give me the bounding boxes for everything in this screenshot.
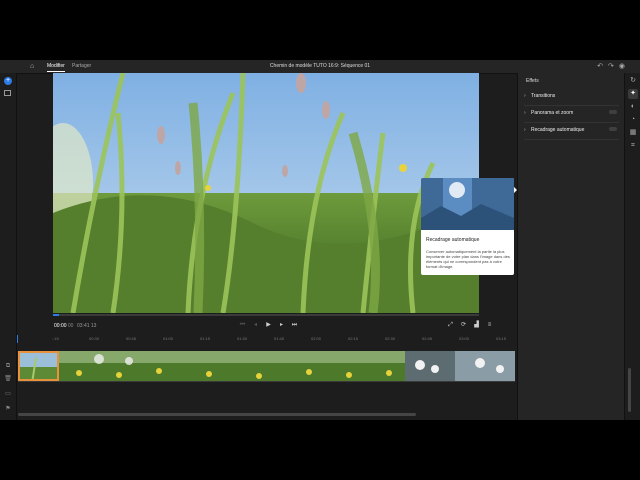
chevron-right-icon: › [524, 127, 526, 133]
step-forward-icon[interactable]: ▸ [275, 321, 288, 328]
timeline-ruler[interactable]: ::15 00:30 00:45 01:00 01:15 01:30 01:45 02:00 0… [16, 335, 516, 343]
clip-2[interactable] [59, 351, 405, 381]
timecode-main: 00:00 [54, 323, 67, 329]
ruler-tick: 01:45 [274, 336, 285, 341]
tooltip-title: Recadrage automatique [426, 237, 480, 243]
ruler-tick: 01:00 [163, 336, 174, 341]
ruler-tick: 01:15 [200, 336, 211, 341]
vertical-scrollbar[interactable] [628, 368, 631, 412]
ruler-tick: 02:30 [385, 336, 396, 341]
chevron-right-icon: › [524, 93, 526, 99]
ruler-tick: ::15 [52, 336, 59, 341]
playhead[interactable] [17, 335, 18, 343]
sequence-title: Chemin de modèle TUTO 16:9: Séquence 01 [269, 63, 371, 69]
settings-icon[interactable]: ▟ [470, 321, 483, 328]
flag-icon[interactable]: ⚑ [4, 406, 12, 413]
track-icon[interactable]: ▭ [4, 391, 12, 398]
play-icon[interactable]: ▶ [262, 321, 275, 328]
view-buttons: ⤢ ⟳ ▟ ≡ [444, 321, 496, 329]
redo-icon[interactable]: ↷ [608, 63, 619, 70]
ruler-tick: 00:30 [89, 336, 100, 341]
duration-main: 03:41 [77, 323, 90, 329]
effects-icon[interactable]: ✦ [628, 89, 638, 99]
loop-icon[interactable]: ⟳ [457, 321, 470, 328]
duration-frames: 13 [90, 323, 97, 329]
undo-icon[interactable]: ↶ [597, 63, 608, 70]
transport-controls: 00:00 00 03:41 13 ⏮ ◂ ▶ ▸ ⏭ ⤢ ⟳ ▟ ≡ [53, 320, 515, 332]
trash-icon[interactable]: 🗑 [4, 376, 12, 383]
media-panel-icon[interactable] [4, 90, 11, 96]
top-right-icons: ↶↷◉ [597, 62, 630, 70]
effect-label: Transitions [531, 93, 556, 99]
ruler-tick: 02:15 [348, 336, 359, 341]
effect-pan-zoom[interactable]: › Panorama et zoom [524, 106, 619, 123]
timecode-frames: 00 [67, 323, 74, 329]
menu-icon[interactable]: ≡ [483, 322, 496, 328]
color-icon[interactable]: ◐ [628, 102, 638, 112]
ruler-tick: 00:45 [126, 336, 137, 341]
effect-label: Recadrage automatique [531, 127, 585, 133]
fullscreen-icon[interactable]: ⤢ [444, 322, 457, 329]
effect-label: Panorama et zoom [531, 110, 574, 116]
effects-title: Effets [526, 78, 539, 84]
speed-icon[interactable]: ◔ [628, 115, 638, 125]
effect-transitions[interactable]: › Transitions [524, 89, 619, 106]
tooltip-body: Conserver automatiquement la partie la p… [426, 249, 510, 269]
right-rail: ↻ ✦ ◐ ◔ ▦ ⌗ [624, 73, 640, 420]
ruler-tick: 03:15 [496, 336, 507, 341]
track-divider [18, 381, 515, 382]
left-toolbar: + ⧉ 🗑 ▭ ⚑ [0, 73, 17, 420]
preview-scrubber[interactable] [53, 314, 479, 316]
video-track [18, 351, 515, 381]
auto-reframe-tooltip: Recadrage automatique Conserver automati… [421, 178, 514, 275]
crop-icon[interactable]: ⌗ [628, 141, 638, 151]
clip-1-selected[interactable] [18, 351, 59, 381]
video-preview[interactable] [53, 73, 479, 313]
help-icon[interactable]: ◉ [619, 63, 630, 70]
ruler-tick: 02:45 [422, 336, 433, 341]
ruler-tick: 03:00 [459, 336, 470, 341]
current-timecode: 00:00 00 [54, 323, 73, 329]
layout-icon[interactable]: ▦ [628, 128, 638, 138]
clip-3[interactable] [405, 351, 515, 381]
preview-frame [53, 73, 479, 313]
playback-buttons: ⏮ ◂ ▶ ▸ ⏭ [236, 321, 301, 329]
duplicate-icon[interactable]: ⧉ [4, 363, 12, 370]
effects-panel: Effets › Transitions › Panorama et zoom … [517, 73, 625, 420]
app-window: ⌂ Modifier Partager Chemin de modèle TUT… [0, 60, 640, 420]
go-to-start-icon[interactable]: ⏮ [236, 322, 249, 329]
add-media-button[interactable]: + [4, 77, 12, 85]
go-to-end-icon[interactable]: ⏭ [288, 322, 301, 329]
duration-timecode: 03:41 13 [77, 323, 96, 329]
transform-icon[interactable]: ↻ [628, 76, 638, 86]
tooltip-illustration [421, 178, 514, 230]
scrubber-progress [53, 314, 59, 316]
chevron-right-icon: › [524, 110, 526, 116]
top-bar: ⌂ Modifier Partager Chemin de modèle TUT… [0, 60, 640, 74]
ruler-tick: 01:30 [237, 336, 248, 341]
effect-auto-reframe[interactable]: › Recadrage automatique [524, 123, 619, 140]
pan-zoom-toggle[interactable] [609, 110, 617, 114]
auto-reframe-toggle[interactable] [609, 127, 617, 131]
timeline-scrollbar[interactable] [18, 413, 416, 416]
ruler-tick: 02:00 [311, 336, 322, 341]
step-back-icon[interactable]: ◂ [249, 321, 262, 328]
